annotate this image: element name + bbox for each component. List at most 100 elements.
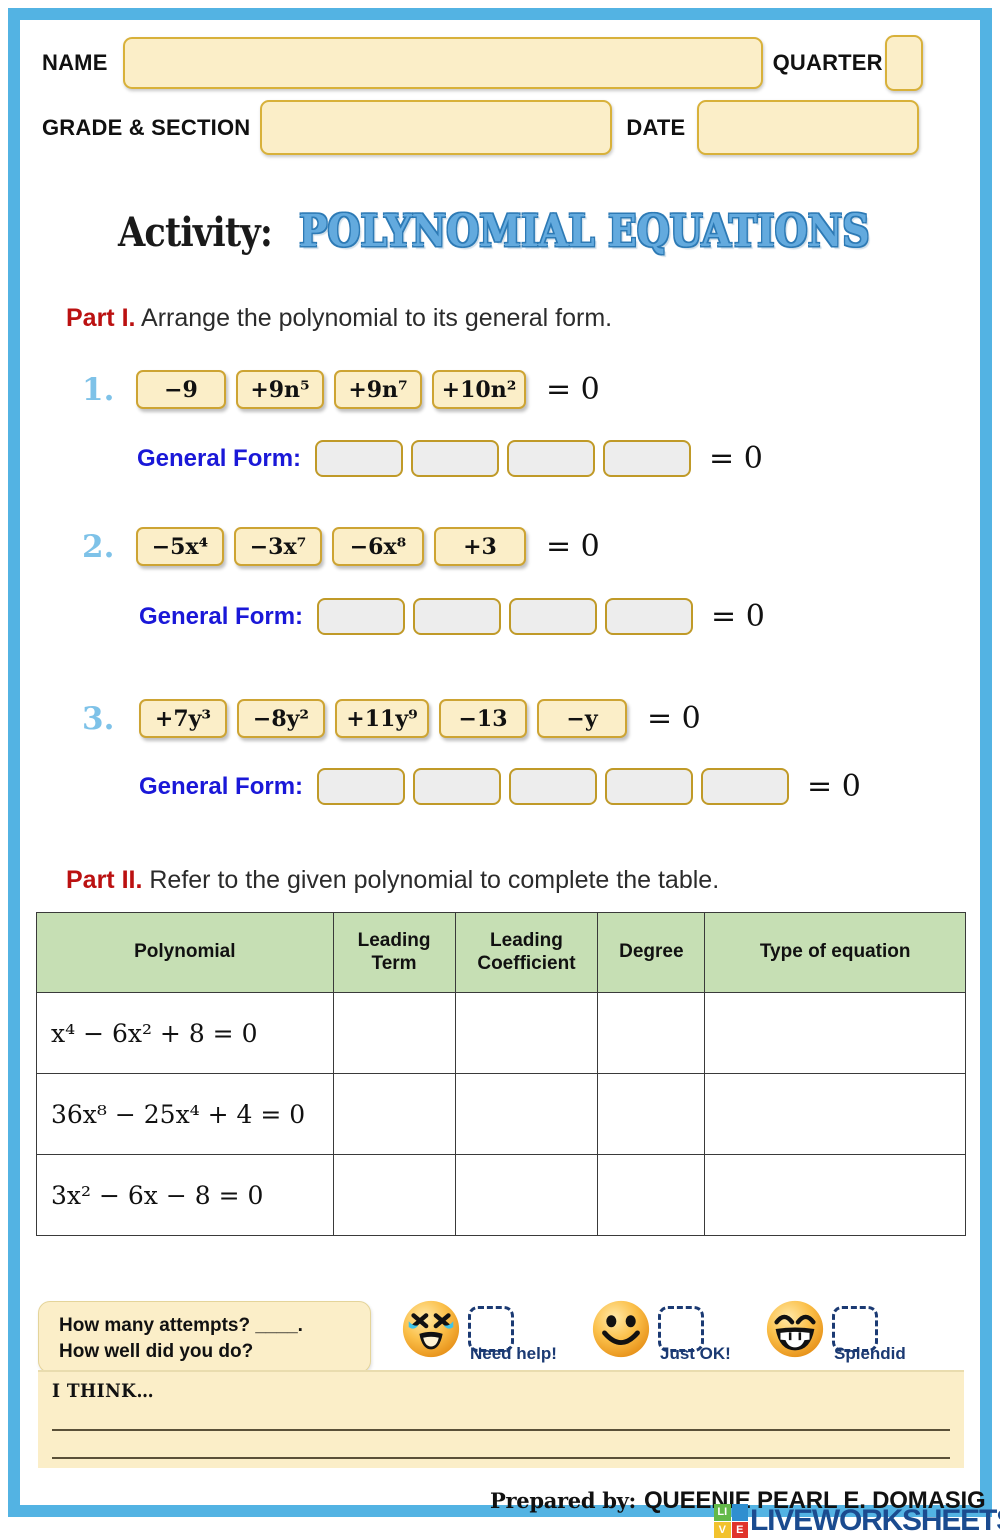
equals-zero: = 0 <box>546 372 600 407</box>
term-tile[interactable]: +7y³ <box>139 699 227 738</box>
term-tile[interactable]: −3x⁷ <box>234 527 322 566</box>
cell-leading-term[interactable] <box>333 1074 455 1155</box>
cell-polynomial: 3x² − 6x − 8 = 0 <box>37 1155 334 1236</box>
cell-leading-coefficient[interactable] <box>455 1155 598 1236</box>
term-tile[interactable]: −9 <box>136 370 226 409</box>
part-2-label: Part II. <box>66 866 142 894</box>
attempts-line-2: How well did you do? <box>59 1339 370 1365</box>
prepared-by-label: Prepared by: <box>490 1488 636 1513</box>
name-label: NAME <box>42 50 108 76</box>
liveworksheets-logo: LI V E LIVEWORKSHEETS <box>714 1504 1000 1538</box>
term-tile[interactable]: +10n² <box>432 370 526 409</box>
attempts-line-1: How many attempts? ____. <box>59 1313 370 1339</box>
answer-slot[interactable] <box>317 768 405 805</box>
grinning-face-icon <box>764 1298 826 1360</box>
activity-title-main: POLYNOMIAL EQUATIONS <box>299 206 870 257</box>
problem-3-terms: +7y³ −8y² +11y⁹ −13 −y = 0 <box>139 699 701 738</box>
date-input[interactable] <box>697 100 919 155</box>
smiling-face-icon <box>590 1298 652 1360</box>
cell-degree[interactable] <box>598 1074 705 1155</box>
term-tile[interactable]: −8y² <box>237 699 325 738</box>
answer-slot[interactable] <box>605 598 693 635</box>
equals-zero: = 0 <box>546 529 600 564</box>
header-leading-coefficient: LeadingCoefficient <box>455 913 598 993</box>
cell-leading-term[interactable] <box>333 993 455 1074</box>
problem-3-general-form: General Form: = 0 <box>139 768 861 805</box>
answer-slot[interactable] <box>509 598 597 635</box>
answer-slot[interactable] <box>315 440 403 477</box>
term-tile[interactable]: +9n⁷ <box>334 370 422 409</box>
general-form-label: General Form: <box>137 445 301 473</box>
name-input[interactable] <box>123 37 763 89</box>
grade-section-label: GRADE & SECTION <box>42 115 250 141</box>
worksheet-page: NAME QUARTER GRADE & SECTION DATE Activi… <box>0 0 1000 1525</box>
cell-type[interactable] <box>705 993 966 1074</box>
part-2-heading: Part II. Refer to the given polynomial t… <box>66 866 719 895</box>
cell-degree[interactable] <box>598 993 705 1074</box>
answer-slot[interactable] <box>701 768 789 805</box>
quarter-label: QUARTER <box>773 50 883 76</box>
header-polynomial: Polynomial <box>37 913 334 993</box>
problem-3-number: 3. <box>82 701 114 737</box>
logo-cell-i <box>732 1504 749 1521</box>
table-row: x⁴ − 6x² + 8 = 0 <box>37 993 966 1074</box>
header-type-of-equation: Type of equation <box>705 913 966 993</box>
cell-leading-term[interactable] <box>333 1155 455 1236</box>
cell-polynomial: 36x⁸ − 25x⁴ + 4 = 0 <box>37 1074 334 1155</box>
cell-polynomial: x⁴ − 6x² + 8 = 0 <box>37 993 334 1074</box>
equals-zero: = 0 <box>711 599 765 634</box>
term-tile[interactable]: +9n⁵ <box>236 370 324 409</box>
writing-line[interactable] <box>52 1457 950 1459</box>
equals-zero: = 0 <box>807 769 861 804</box>
problem-2-number: 2. <box>82 529 114 565</box>
answer-slot[interactable] <box>605 768 693 805</box>
cell-type[interactable] <box>705 1155 966 1236</box>
answer-slot[interactable] <box>507 440 595 477</box>
logo-wordmark: LIVEWORKSHEETS <box>750 1504 1000 1538</box>
mood-option-need-help[interactable]: Need help! <box>400 1298 557 1360</box>
cell-degree[interactable] <box>598 1155 705 1236</box>
mood-option-splendid[interactable]: Splendid <box>764 1298 906 1360</box>
cell-leading-coefficient[interactable] <box>455 1074 598 1155</box>
answer-slot[interactable] <box>317 598 405 635</box>
table-row: 36x⁸ − 25x⁴ + 4 = 0 <box>37 1074 966 1155</box>
answer-slot[interactable] <box>413 768 501 805</box>
equals-zero: = 0 <box>647 701 701 736</box>
term-tile[interactable]: −13 <box>439 699 527 738</box>
answer-slot[interactable] <box>413 598 501 635</box>
table-header-row: Polynomial LeadingTerm LeadingCoefficien… <box>37 913 966 993</box>
term-tile[interactable]: +11y⁹ <box>335 699 429 738</box>
i-think-box: I THINK… <box>38 1370 964 1468</box>
part-1-label: Part I. <box>66 304 135 332</box>
activity-title-prefix: Activity: <box>118 209 272 256</box>
mood-option-just-ok[interactable]: Just OK! <box>590 1298 731 1360</box>
page-content: NAME QUARTER GRADE & SECTION DATE Activi… <box>20 20 980 1505</box>
i-think-label: I THINK… <box>52 1380 154 1402</box>
answer-slot[interactable] <box>411 440 499 477</box>
answer-slot[interactable] <box>509 768 597 805</box>
part-1-instruction: Arrange the polynomial to its general fo… <box>135 304 612 332</box>
grade-section-input[interactable] <box>260 100 612 155</box>
problem-1-number: 1. <box>82 372 114 408</box>
term-tile[interactable]: −6x⁸ <box>332 527 424 566</box>
problem-2-terms: −5x⁴ −3x⁷ −6x⁸ +3 = 0 <box>136 527 600 566</box>
crying-squinting-face-icon <box>400 1298 462 1360</box>
mood-label: Splendid <box>834 1344 906 1364</box>
grade-row: GRADE & SECTION DATE <box>42 100 919 155</box>
problem-1-general-form: General Form: = 0 <box>137 440 763 477</box>
cell-leading-coefficient[interactable] <box>455 993 598 1074</box>
mood-label: Need help! <box>470 1344 557 1364</box>
answer-slot[interactable] <box>603 440 691 477</box>
term-tile[interactable]: +3 <box>434 527 526 566</box>
writing-line[interactable] <box>52 1429 950 1431</box>
cell-type[interactable] <box>705 1074 966 1155</box>
term-tile[interactable]: −5x⁴ <box>136 527 224 566</box>
date-label: DATE <box>626 115 685 141</box>
name-row: NAME QUARTER <box>42 35 923 91</box>
logo-cell-l: LI <box>714 1504 731 1521</box>
quarter-input[interactable] <box>885 35 923 91</box>
problem-2-general-form: General Form: = 0 <box>139 598 765 635</box>
activity-title: Activity: POLYNOMIAL EQUATIONS <box>118 206 962 257</box>
equals-zero: = 0 <box>709 441 763 476</box>
term-tile[interactable]: −y <box>537 699 627 738</box>
